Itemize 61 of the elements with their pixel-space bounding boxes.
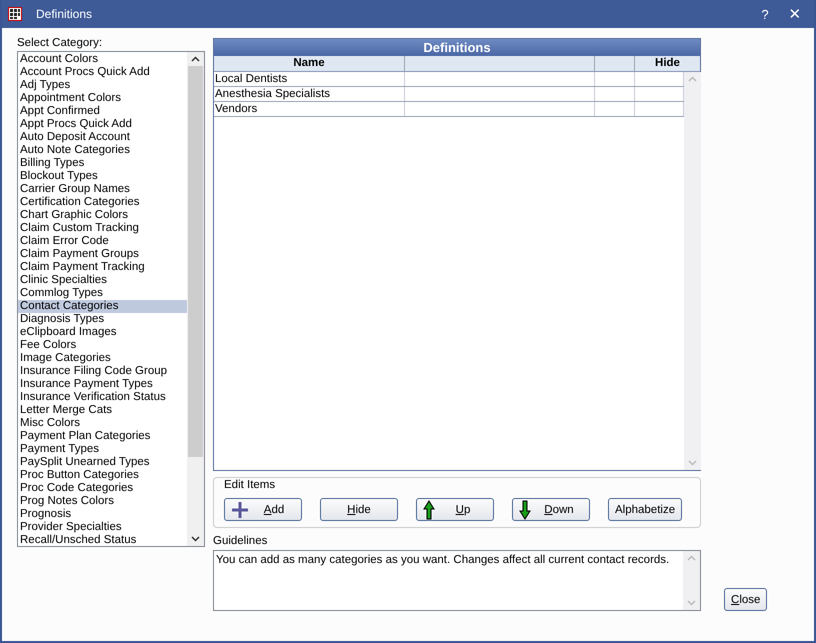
category-item[interactable]: Commlog Types <box>18 287 187 300</box>
category-item[interactable]: Account Procs Quick Add <box>18 66 187 79</box>
app-icon <box>8 7 22 21</box>
category-item[interactable]: Blockout Types <box>18 170 187 183</box>
category-item[interactable]: Appt Procs Quick Add <box>18 118 187 131</box>
category-item[interactable]: Auto Deposit Account <box>18 131 187 144</box>
table-cell: Vendors <box>214 102 405 116</box>
grid-title: Definitions <box>214 39 700 56</box>
category-item[interactable]: Insurance Verification Status <box>18 391 187 404</box>
category-item[interactable]: Prognosis <box>18 508 187 521</box>
action-button[interactable]: Hide <box>320 498 398 521</box>
category-item[interactable]: Provider Specialties <box>18 521 187 534</box>
down-arrow-icon <box>519 500 531 520</box>
action-button[interactable]: Alphabetize <box>608 498 682 521</box>
window-title: Definitions <box>36 7 92 21</box>
scrollbar[interactable] <box>187 52 204 546</box>
category-item[interactable]: Misc Colors <box>18 417 187 430</box>
category-item[interactable]: Recall/Unsched Status <box>18 534 187 546</box>
category-item[interactable]: Fee Colors <box>18 339 187 352</box>
category-item[interactable]: Account Colors <box>18 53 187 66</box>
category-item[interactable]: Contact Categories <box>18 300 187 313</box>
category-item[interactable]: Prog Notes Colors <box>18 495 187 508</box>
category-item[interactable]: Appointment Colors <box>18 92 187 105</box>
category-item[interactable]: Image Categories <box>18 352 187 365</box>
help-button[interactable]: ? <box>750 2 780 26</box>
close-button[interactable]: Close <box>724 588 768 611</box>
plus-icon <box>231 500 249 518</box>
guidelines-label: Guidelines <box>213 535 268 548</box>
column-header[interactable]: Name <box>214 56 405 71</box>
category-item[interactable]: Adj Types <box>18 79 187 92</box>
column-header[interactable]: Hide <box>635 56 700 71</box>
table-cell: Local Dentists <box>214 72 405 86</box>
add-button[interactable]: Add <box>224 498 302 521</box>
category-item[interactable]: Clinic Specialties <box>18 274 187 287</box>
category-item[interactable]: Billing Types <box>18 157 187 170</box>
group-label: Edit Items <box>224 479 276 492</box>
category-item[interactable]: PaySplit Unearned Types <box>18 456 187 469</box>
category-item[interactable]: Letter Merge Cats <box>18 404 187 417</box>
category-item[interactable]: Appt Confirmed <box>18 105 187 118</box>
up-arrow-icon <box>423 500 435 520</box>
category-item[interactable]: Proc Button Categories <box>18 469 187 482</box>
category-item[interactable]: Payment Types <box>18 443 187 456</box>
category-item[interactable]: Claim Custom Tracking <box>18 222 187 235</box>
category-item[interactable]: Certification Categories <box>18 196 187 209</box>
category-item[interactable]: Carrier Group Names <box>18 183 187 196</box>
category-item[interactable]: eClipboard Images <box>18 326 187 339</box>
category-item[interactable]: Claim Error Code <box>18 235 187 248</box>
category-item[interactable]: Chart Graphic Colors <box>18 209 187 222</box>
category-label: Select Category: <box>17 37 104 50</box>
category-item[interactable]: Insurance Payment Types <box>18 378 187 391</box>
category-item[interactable]: Proc Code Categories <box>18 482 187 495</box>
category-item[interactable]: Diagnosis Types <box>18 313 187 326</box>
category-item[interactable]: Claim Payment Groups <box>18 248 187 261</box>
guidelines-text: You can add as many categories as you want. Changes affect all current contact records. <box>215 553 670 568</box>
category-item[interactable]: Insurance Filing Code Group <box>18 365 187 378</box>
category-item[interactable]: Payment Plan Categories <box>18 430 187 443</box>
category-item[interactable]: Auto Note Categories <box>18 144 187 157</box>
down-button[interactable]: Down <box>512 498 590 521</box>
table-cell: Anesthesia Specialists <box>214 87 405 101</box>
up-button[interactable]: Up <box>416 498 494 521</box>
category-item[interactable]: Claim Payment Tracking <box>18 261 187 274</box>
